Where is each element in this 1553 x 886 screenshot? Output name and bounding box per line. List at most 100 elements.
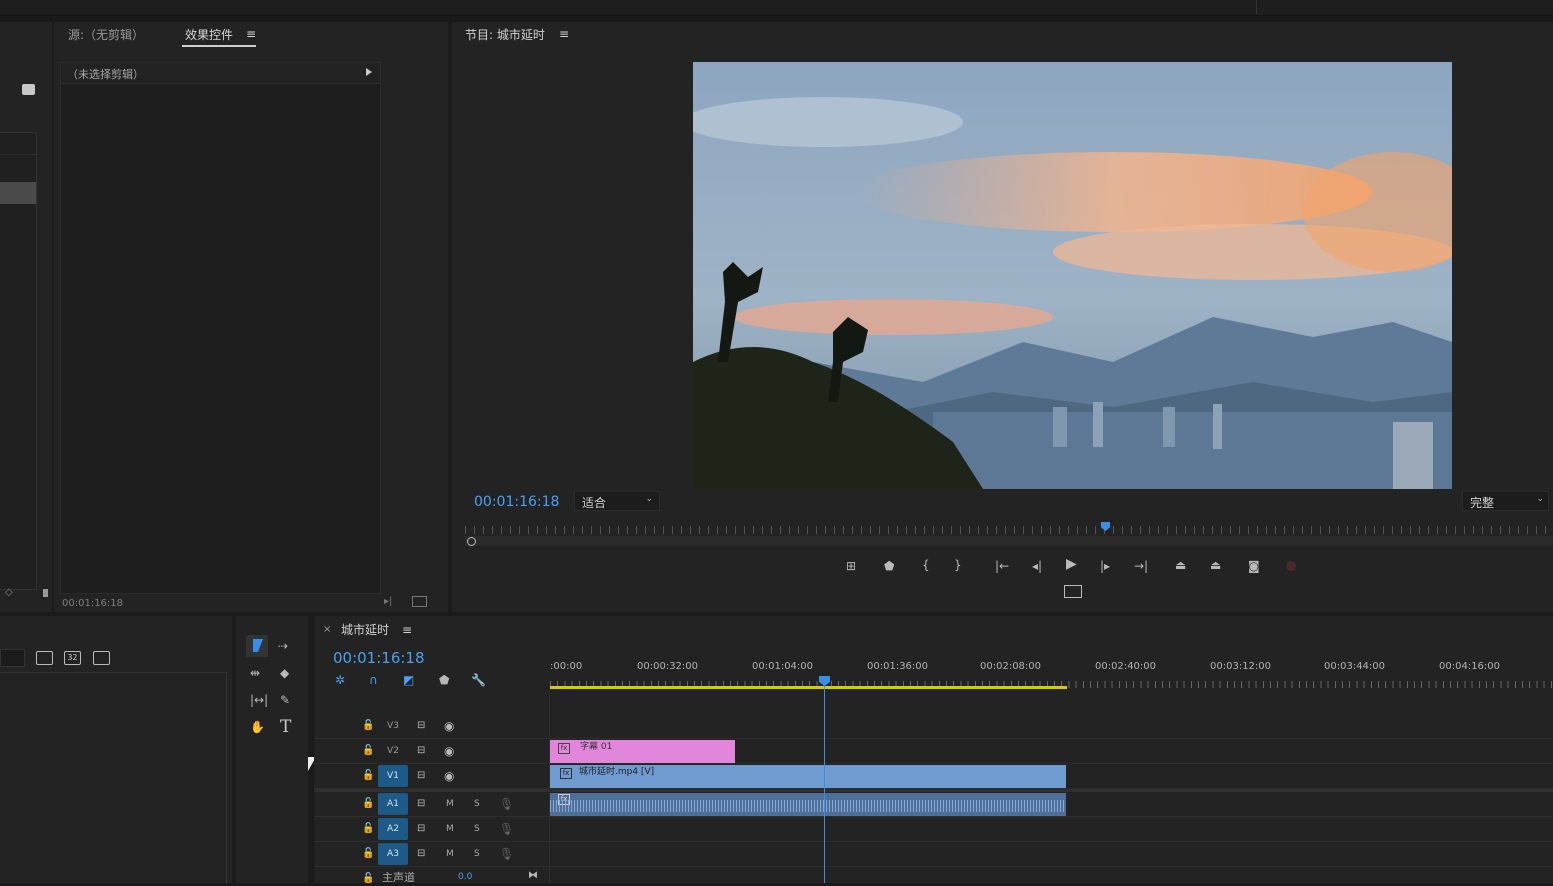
timeline-close-icon[interactable]: × bbox=[323, 624, 331, 635]
go-to-end-icon[interactable]: ⧓ bbox=[528, 869, 538, 883]
go-to-out-icon[interactable]: →| bbox=[1134, 559, 1148, 573]
track-select-icon[interactable]: ⇢ bbox=[278, 639, 288, 653]
timeline-timecode[interactable]: 00:01:16:18 bbox=[333, 649, 425, 667]
v3-target[interactable]: V3 bbox=[378, 715, 408, 737]
snap-icon[interactable]: ∩ bbox=[369, 673, 378, 687]
hand-tool-icon[interactable]: ✋ bbox=[250, 720, 265, 734]
mute-button[interactable]: M bbox=[446, 799, 454, 809]
building bbox=[1053, 407, 1067, 447]
add-marker-icon[interactable]: ⬟ bbox=[439, 673, 449, 687]
mute-button[interactable]: M bbox=[446, 849, 454, 859]
tab-source[interactable]: 源:（无剪辑） bbox=[68, 26, 144, 43]
sort-icon[interactable]: ◇ bbox=[5, 587, 13, 598]
zoom-handle-icon[interactable] bbox=[467, 537, 476, 546]
building bbox=[1163, 407, 1175, 447]
solo-button[interactable]: S bbox=[474, 824, 480, 834]
sync-lock-icon[interactable]: ⊟ bbox=[417, 797, 425, 811]
extract-icon[interactable]: ⏏ bbox=[1210, 558, 1221, 572]
caption-clip[interactable]: fx 字幕 01 bbox=[550, 740, 735, 763]
quality-dropdown[interactable]: 完整 ⌄ bbox=[1462, 491, 1549, 511]
sync-lock-icon[interactable]: ⊟ bbox=[417, 719, 425, 733]
workspace-divider bbox=[1256, 0, 1257, 14]
program-timecode[interactable]: 00:01:16:18 bbox=[474, 494, 559, 510]
safe-margins-icon[interactable] bbox=[1064, 585, 1082, 598]
export-icon[interactable] bbox=[412, 596, 427, 607]
project-selected-row[interactable] bbox=[0, 182, 36, 204]
go-to-in-icon[interactable]: |← bbox=[995, 559, 1009, 573]
lock-icon[interactable]: 🔓 bbox=[362, 872, 374, 886]
project-search-box[interactable] bbox=[0, 649, 25, 667]
no-clip-label: （未选择剪辑） bbox=[67, 68, 144, 81]
workspace-bar bbox=[0, 0, 1553, 16]
razor-tool-icon[interactable]: ◆ bbox=[280, 666, 289, 680]
sync-lock-icon[interactable]: ⊟ bbox=[417, 822, 425, 836]
solo-button[interactable]: S bbox=[474, 799, 480, 809]
lock-icon[interactable]: 🔓 bbox=[362, 797, 374, 811]
play-icon[interactable]: ▶ bbox=[1066, 557, 1077, 571]
type-tool-icon[interactable]: T bbox=[280, 717, 291, 737]
lock-icon[interactable]: 🔓 bbox=[362, 847, 374, 861]
video-frame[interactable] bbox=[693, 62, 1452, 489]
v2-target[interactable]: V2 bbox=[378, 740, 408, 762]
chevron-down-icon: ⌄ bbox=[1536, 494, 1544, 504]
a1-target[interactable]: A1 bbox=[378, 793, 408, 815]
ruler-label: 00:03:44:00 bbox=[1324, 661, 1386, 672]
eye-icon[interactable]: ◉ bbox=[444, 719, 454, 733]
linked-selection-icon[interactable]: ◩ bbox=[403, 673, 414, 687]
tab-effect-controls[interactable]: 效果控件 bbox=[185, 26, 233, 43]
sync-lock-icon[interactable]: ⊟ bbox=[417, 847, 425, 861]
ripple-edit-icon[interactable]: ⇹ bbox=[250, 666, 260, 680]
program-menu-icon[interactable]: ≡ bbox=[559, 27, 569, 41]
scroll-handle[interactable] bbox=[43, 589, 48, 597]
step-forward-icon[interactable]: |▸ bbox=[1100, 559, 1110, 573]
project-row[interactable] bbox=[0, 134, 36, 155]
calendar-icon[interactable]: 32 bbox=[64, 651, 81, 665]
export-frame-icon[interactable]: ◙ bbox=[1248, 559, 1260, 573]
eye-icon[interactable]: ◉ bbox=[444, 744, 454, 758]
panel-menu-icon[interactable]: ≡ bbox=[246, 27, 256, 41]
lock-icon[interactable]: 🔓 bbox=[362, 822, 374, 836]
frame-icon[interactable] bbox=[93, 651, 110, 665]
record-icon[interactable] bbox=[1286, 561, 1296, 571]
settings-wrench-icon[interactable]: 🔧 bbox=[471, 673, 486, 687]
track-v2 bbox=[314, 739, 1553, 764]
audio-clip[interactable]: fx bbox=[550, 793, 1066, 816]
monitor-ruler[interactable] bbox=[465, 522, 1553, 546]
program-monitor: 节目: 城市延时 ≡ 00:01:16:18 适合 ⌄ 完整 ⌄ ⊞ ⬟ {}… bbox=[452, 22, 1553, 612]
search-icon[interactable] bbox=[22, 84, 35, 95]
pen-tool-icon[interactable]: ✎ bbox=[280, 693, 290, 707]
fit-dropdown[interactable]: 适合 ⌄ bbox=[574, 491, 660, 511]
sync-lock-icon[interactable]: ⊟ bbox=[417, 769, 425, 783]
mark-in-icon[interactable]: { bbox=[922, 558, 930, 572]
video-clip[interactable]: fx 城市延时.mp4 [V] bbox=[550, 765, 1066, 788]
new-bin-icon[interactable] bbox=[36, 651, 53, 665]
ruler-label: 00:02:40:00 bbox=[1095, 661, 1157, 672]
mute-button[interactable]: M bbox=[446, 824, 454, 834]
lift-icon[interactable]: ⏏ bbox=[1175, 558, 1186, 572]
solo-button[interactable]: S bbox=[474, 849, 480, 859]
slip-tool-icon[interactable]: |↔| bbox=[250, 693, 268, 707]
work-area-bar[interactable] bbox=[550, 686, 1067, 689]
mark-out-icon[interactable]: } bbox=[954, 558, 962, 572]
timeline-ruler[interactable]: :00:00 00:00:32:00 00:01:04:00 00:01:36:… bbox=[550, 648, 1553, 692]
step-back-icon[interactable]: ◂| bbox=[1032, 559, 1042, 573]
timeline-menu-icon[interactable]: ≡ bbox=[402, 623, 412, 637]
expand-arrow-icon[interactable] bbox=[366, 68, 372, 76]
timeline-title[interactable]: 城市延时 bbox=[341, 621, 389, 638]
add-marker-icon[interactable]: ⬟ bbox=[884, 559, 894, 573]
v1-target[interactable]: V1 bbox=[378, 765, 408, 787]
nest-icon[interactable]: ✲ bbox=[335, 673, 345, 687]
microphone-icon[interactable]: 🎙 bbox=[499, 797, 514, 811]
master-volume-value[interactable]: 0.0 bbox=[458, 872, 472, 882]
sync-lock-icon[interactable]: ⊟ bbox=[417, 744, 425, 758]
microphone-icon[interactable]: 🎙 bbox=[499, 847, 514, 861]
eye-icon[interactable]: ◉ bbox=[444, 769, 454, 783]
filter-icon[interactable]: ▸| bbox=[384, 596, 392, 607]
lock-icon[interactable]: 🔓 bbox=[362, 719, 374, 733]
lock-icon[interactable]: 🔓 bbox=[362, 769, 374, 783]
a2-target[interactable]: A2 bbox=[378, 818, 408, 840]
a3-target[interactable]: A3 bbox=[378, 843, 408, 865]
microphone-icon[interactable]: 🎙 bbox=[499, 822, 514, 836]
lock-icon[interactable]: 🔓 bbox=[362, 744, 374, 758]
marker-list-icon[interactable]: ⊞ bbox=[846, 559, 856, 573]
